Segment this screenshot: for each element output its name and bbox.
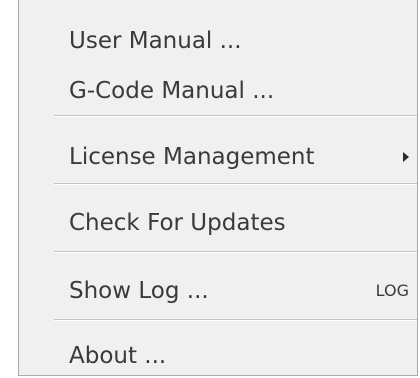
menu-item-label: Check For Updates	[69, 210, 286, 236]
shortcut-label: LOG	[375, 281, 409, 300]
menu-separator	[54, 183, 417, 185]
menu-item-label: G-Code Manual ...	[69, 78, 275, 104]
menu-item-label: Show Log ...	[69, 278, 209, 304]
menu-item-label: License Management	[69, 144, 315, 170]
menu-item-gcode-manual[interactable]: G-Code Manual ...	[19, 70, 417, 112]
menu-item-check-for-updates[interactable]: Check For Updates	[19, 202, 417, 244]
menu-separator	[54, 115, 417, 117]
menu-separator	[54, 251, 417, 253]
menu-item-label: User Manual ...	[69, 28, 242, 54]
menu-separator	[54, 319, 417, 321]
help-menu: User Manual ... G-Code Manual ... Licens…	[18, 0, 418, 376]
menu-item-license-management[interactable]: License Management	[19, 136, 417, 178]
menu-item-about[interactable]: About ...	[19, 335, 417, 377]
menu-item-user-manual[interactable]: User Manual ...	[19, 20, 417, 62]
menu-item-label: About ...	[69, 343, 167, 369]
chevron-right-icon	[403, 152, 409, 162]
menu-item-show-log[interactable]: Show Log ... LOG	[19, 270, 417, 312]
